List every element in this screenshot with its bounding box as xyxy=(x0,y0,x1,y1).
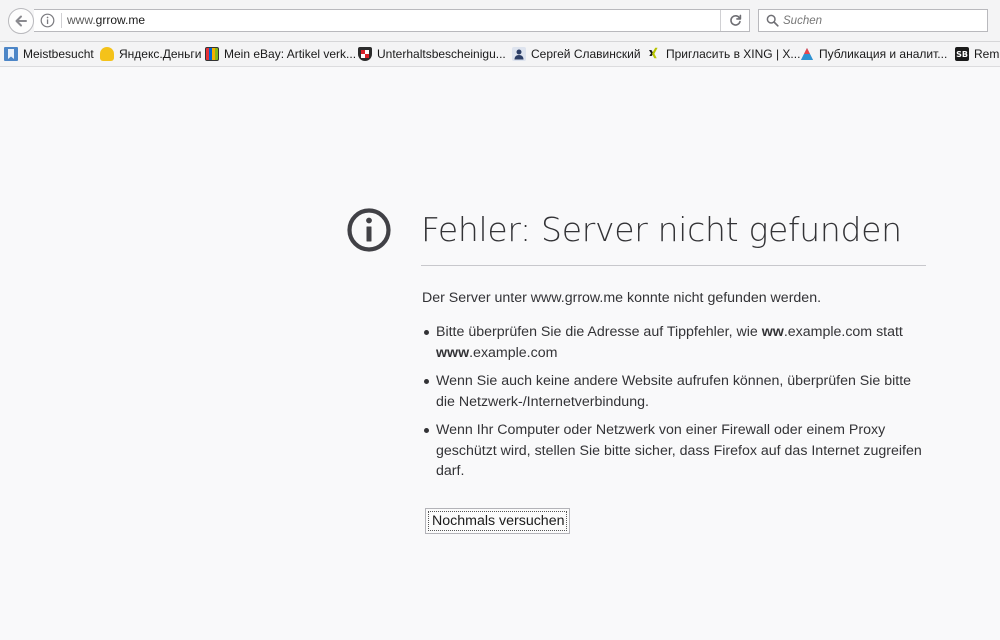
bullet-text: .example.com xyxy=(469,344,558,361)
search-bar[interactable] xyxy=(758,9,988,32)
address-bar[interactable]: www.grrow.me xyxy=(34,9,750,32)
bookmark-label: Яндекс.Деньги xyxy=(119,47,202,61)
ebay-icon xyxy=(205,47,219,61)
bookmark-label: Mein eBay: Artikel verk... xyxy=(224,47,357,61)
search-input[interactable] xyxy=(783,11,983,30)
page-title: Fehler: Server nicht gefunden xyxy=(421,210,902,249)
user-icon xyxy=(512,47,526,61)
bookmark-label: Unterhaltsbescheinigu... xyxy=(377,47,506,61)
bookmark-meistbesucht[interactable]: Meistbesucht xyxy=(4,45,94,63)
info-icon xyxy=(347,208,391,252)
bullet-bold-text: www xyxy=(436,344,470,361)
bookmarks-toolbar: Meistbesucht Яндекс.Деньги Mein eBay: Ar… xyxy=(0,42,1000,67)
url-prefix: www. xyxy=(67,13,96,27)
url-host: grrow.me xyxy=(95,13,146,27)
back-button[interactable] xyxy=(8,8,34,34)
bookmark-label: Сергей Славинский xyxy=(531,47,641,61)
bookmark-label: Rem xyxy=(974,47,1000,61)
navigation-toolbar: www.grrow.me xyxy=(0,0,1000,42)
suggestion-list: Bitte überprüfen Sie die Adresse auf Tip… xyxy=(422,322,932,490)
bookmark-publication[interactable]: Публикация и аналит... xyxy=(800,45,947,63)
xing-icon xyxy=(647,47,661,61)
bullet-text: Bitte überprüfen Sie die Adresse auf Tip… xyxy=(436,324,762,340)
reload-button[interactable] xyxy=(720,10,750,31)
bookmark-xing[interactable]: Пригласить в XING | X... xyxy=(647,45,800,63)
bookmark-ebay[interactable]: Mein eBay: Artikel verk... xyxy=(205,45,356,63)
shield-crest-icon xyxy=(358,47,372,61)
bullet-bold-text: ww xyxy=(761,324,784,340)
list-item: Wenn Ihr Computer oder Netzwerk von eine… xyxy=(422,420,932,482)
divider xyxy=(421,265,926,266)
bookmark-label: Пригласить в XING | X... xyxy=(666,47,801,61)
info-icon[interactable] xyxy=(40,13,55,28)
bullet-text: .example.com statt xyxy=(783,324,903,340)
bookmark-unterhalt[interactable]: Unterhaltsbescheinigu... xyxy=(358,45,506,63)
list-item: Wenn Sie auch keine andere Website aufru… xyxy=(422,371,932,412)
list-item: Bitte überprüfen Sie die Adresse auf Tip… xyxy=(422,322,932,363)
triangle-logo-icon xyxy=(800,47,814,61)
yandex-money-icon xyxy=(100,47,114,61)
bookmark-label: Публикация и аналит... xyxy=(819,47,948,61)
retry-button[interactable]: Nochmals versuchen xyxy=(425,508,571,534)
search-icon xyxy=(766,14,779,27)
bookmark-sergey[interactable]: Сергей Славинский xyxy=(512,45,641,63)
error-description: Der Server unter www.grrow.me konnte nic… xyxy=(422,290,822,306)
arrow-left-icon xyxy=(15,15,27,27)
sb-logo-icon: SB xyxy=(955,47,969,61)
reload-icon xyxy=(730,14,742,26)
bookmark-rem[interactable]: SB Rem xyxy=(955,45,999,63)
url-separator xyxy=(61,13,62,28)
url-text[interactable]: www.grrow.me xyxy=(67,13,145,28)
bookmark-yandex-money[interactable]: Яндекс.Деньги xyxy=(100,45,201,63)
bookmark-folder-icon xyxy=(4,47,18,61)
bookmark-label: Meistbesucht xyxy=(23,47,94,61)
